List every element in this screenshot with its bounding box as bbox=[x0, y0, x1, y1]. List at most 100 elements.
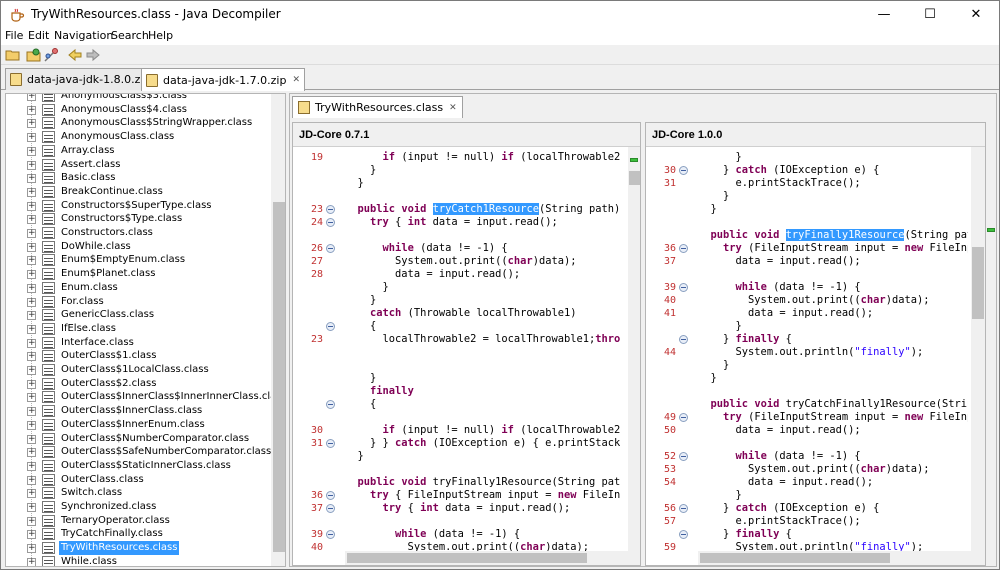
expand-icon[interactable]: + bbox=[27, 489, 36, 499]
diff-marker[interactable] bbox=[630, 158, 638, 162]
expand-icon[interactable]: + bbox=[27, 338, 36, 348]
expand-icon[interactable]: + bbox=[27, 242, 36, 252]
tree-item[interactable]: + Assert.class bbox=[6, 158, 271, 172]
tab-trywithresources[interactable]: TryWithResources.class ✕ bbox=[292, 96, 463, 118]
close-tab-icon[interactable]: ✕ bbox=[449, 103, 457, 113]
tree-item[interactable]: + Constructors$Type.class bbox=[6, 212, 271, 226]
left-vertical-scrollbar[interactable] bbox=[628, 147, 640, 565]
tree-item[interactable]: + Constructors$SuperType.class bbox=[6, 199, 271, 213]
menu-navigation[interactable]: Navigation bbox=[54, 29, 113, 42]
tree-item[interactable]: + Enum.class bbox=[6, 281, 271, 295]
expand-icon[interactable]: + bbox=[27, 434, 36, 444]
tree-item[interactable]: + AnonymousClass$3.class bbox=[6, 94, 271, 103]
right-vertical-scrollbar[interactable] bbox=[971, 147, 985, 565]
menu-search[interactable]: Search bbox=[111, 29, 149, 42]
fold-toggle-icon[interactable] bbox=[326, 504, 335, 513]
diff-marker[interactable] bbox=[987, 228, 995, 232]
fold-toggle-icon[interactable] bbox=[679, 244, 688, 253]
fold-toggle-icon[interactable] bbox=[326, 491, 335, 500]
expand-icon[interactable]: + bbox=[27, 311, 36, 321]
tab-jdk-1-7[interactable]: data-java-jdk-1.7.0.zip ✕ bbox=[141, 68, 305, 91]
fold-toggle-icon[interactable] bbox=[679, 413, 688, 422]
tree-item[interactable]: + AnonymousClass.class bbox=[6, 130, 271, 144]
tree-item[interactable]: + BreakContinue.class bbox=[6, 185, 271, 199]
fold-toggle-icon[interactable] bbox=[679, 504, 688, 513]
left-hscroll-thumb[interactable] bbox=[347, 553, 587, 563]
expand-icon[interactable]: + bbox=[27, 283, 36, 293]
tree-item[interactable]: + While.class bbox=[6, 555, 271, 566]
maximize-button[interactable]: ☐ bbox=[907, 1, 953, 28]
menu-edit[interactable]: Edit bbox=[28, 29, 49, 42]
tree-item[interactable]: + OuterClass$NumberComparator.class bbox=[6, 432, 271, 446]
fold-toggle-icon[interactable] bbox=[679, 283, 688, 292]
expand-icon[interactable]: + bbox=[27, 215, 36, 225]
expand-icon[interactable]: + bbox=[27, 160, 36, 170]
tree-item[interactable]: + Enum$EmptyEnum.class bbox=[6, 253, 271, 267]
right-code[interactable]: } } catch (IOException e) { e.printStack… bbox=[698, 147, 969, 565]
tree-item[interactable]: + Enum$Planet.class bbox=[6, 267, 271, 281]
tree-item[interactable]: + Array.class bbox=[6, 144, 271, 158]
tree-item[interactable]: + TernaryOperator.class bbox=[6, 514, 271, 528]
tree-item[interactable]: + OuterClass$SafeNumberComparator.class bbox=[6, 445, 271, 459]
tree-item[interactable]: + DoWhile.class bbox=[6, 240, 271, 254]
expand-icon[interactable]: + bbox=[27, 201, 36, 211]
fold-toggle-icon[interactable] bbox=[679, 530, 688, 539]
fold-toggle-icon[interactable] bbox=[326, 205, 335, 214]
right-hscroll-thumb[interactable] bbox=[700, 553, 890, 563]
expand-icon[interactable]: + bbox=[27, 256, 36, 266]
expand-icon[interactable]: + bbox=[27, 393, 36, 403]
tree-scrollbar[interactable] bbox=[271, 94, 285, 566]
tree-scroll-thumb[interactable] bbox=[273, 202, 285, 552]
expand-icon[interactable]: + bbox=[27, 105, 36, 115]
fold-toggle-icon[interactable] bbox=[679, 166, 688, 175]
tree-item[interactable]: + AnonymousClass$4.class bbox=[6, 103, 271, 117]
menu-file[interactable]: File bbox=[5, 29, 23, 42]
fold-toggle-icon[interactable] bbox=[679, 452, 688, 461]
open-type-hierarchy-icon[interactable] bbox=[43, 47, 59, 63]
fold-toggle-icon[interactable] bbox=[326, 530, 335, 539]
expand-icon[interactable]: + bbox=[27, 557, 36, 566]
tree-item[interactable]: + AnonymousClass$StringWrapper.class bbox=[6, 116, 271, 130]
back-icon[interactable] bbox=[67, 47, 83, 63]
tree-item[interactable]: + OuterClass$1LocalClass.class bbox=[6, 363, 271, 377]
fold-toggle-icon[interactable] bbox=[326, 322, 335, 331]
tree-item[interactable]: + OuterClass$InnerEnum.class bbox=[6, 418, 271, 432]
tree-item[interactable]: + GenericClass.class bbox=[6, 308, 271, 322]
left-scroll-thumb[interactable] bbox=[629, 171, 640, 185]
tree-item[interactable]: + Synchronized.class bbox=[6, 500, 271, 514]
forward-icon[interactable] bbox=[85, 47, 101, 63]
expand-icon[interactable]: + bbox=[27, 544, 36, 554]
open-type-icon[interactable] bbox=[26, 47, 42, 63]
expand-icon[interactable]: + bbox=[27, 119, 36, 129]
tree-item[interactable]: + Basic.class bbox=[6, 171, 271, 185]
expand-icon[interactable]: + bbox=[27, 297, 36, 307]
expand-icon[interactable]: + bbox=[27, 420, 36, 430]
close-button[interactable]: ✕ bbox=[953, 1, 999, 28]
expand-icon[interactable]: + bbox=[27, 503, 36, 512]
fold-toggle-icon[interactable] bbox=[326, 218, 335, 227]
expand-icon[interactable]: + bbox=[27, 475, 36, 485]
expand-icon[interactable]: + bbox=[27, 146, 36, 156]
tree-item[interactable]: + Constructors.class bbox=[6, 226, 271, 240]
tree-item[interactable]: + For.class bbox=[6, 295, 271, 309]
tree-item[interactable]: + OuterClass$1.class bbox=[6, 349, 271, 363]
right-horizontal-scrollbar[interactable] bbox=[698, 551, 971, 565]
tree-item[interactable]: + TryCatchFinally.class bbox=[6, 527, 271, 541]
expand-icon[interactable]: + bbox=[27, 94, 36, 101]
tree-item[interactable]: + OuterClass$2.class bbox=[6, 377, 271, 391]
tree-item[interactable]: + OuterClass$InnerClass$InnerInnerClass.c… bbox=[6, 390, 285, 404]
right-scroll-thumb[interactable] bbox=[972, 247, 984, 319]
left-code[interactable]: if (input != null) if (localThrowable2 !… bbox=[345, 147, 621, 565]
fold-toggle-icon[interactable] bbox=[326, 244, 335, 253]
fold-toggle-icon[interactable] bbox=[326, 439, 335, 448]
tree-item[interactable]: + Interface.class bbox=[6, 336, 271, 350]
expand-icon[interactable]: + bbox=[27, 366, 36, 375]
expand-icon[interactable]: + bbox=[27, 530, 36, 540]
expand-icon[interactable]: + bbox=[27, 407, 36, 417]
expand-icon[interactable]: + bbox=[27, 324, 36, 334]
minimize-button[interactable]: — bbox=[861, 1, 907, 28]
tree-item[interactable]: + IfElse.class bbox=[6, 322, 271, 336]
fold-toggle-icon[interactable] bbox=[679, 335, 688, 344]
expand-icon[interactable]: + bbox=[27, 174, 36, 184]
expand-icon[interactable]: + bbox=[27, 133, 36, 143]
